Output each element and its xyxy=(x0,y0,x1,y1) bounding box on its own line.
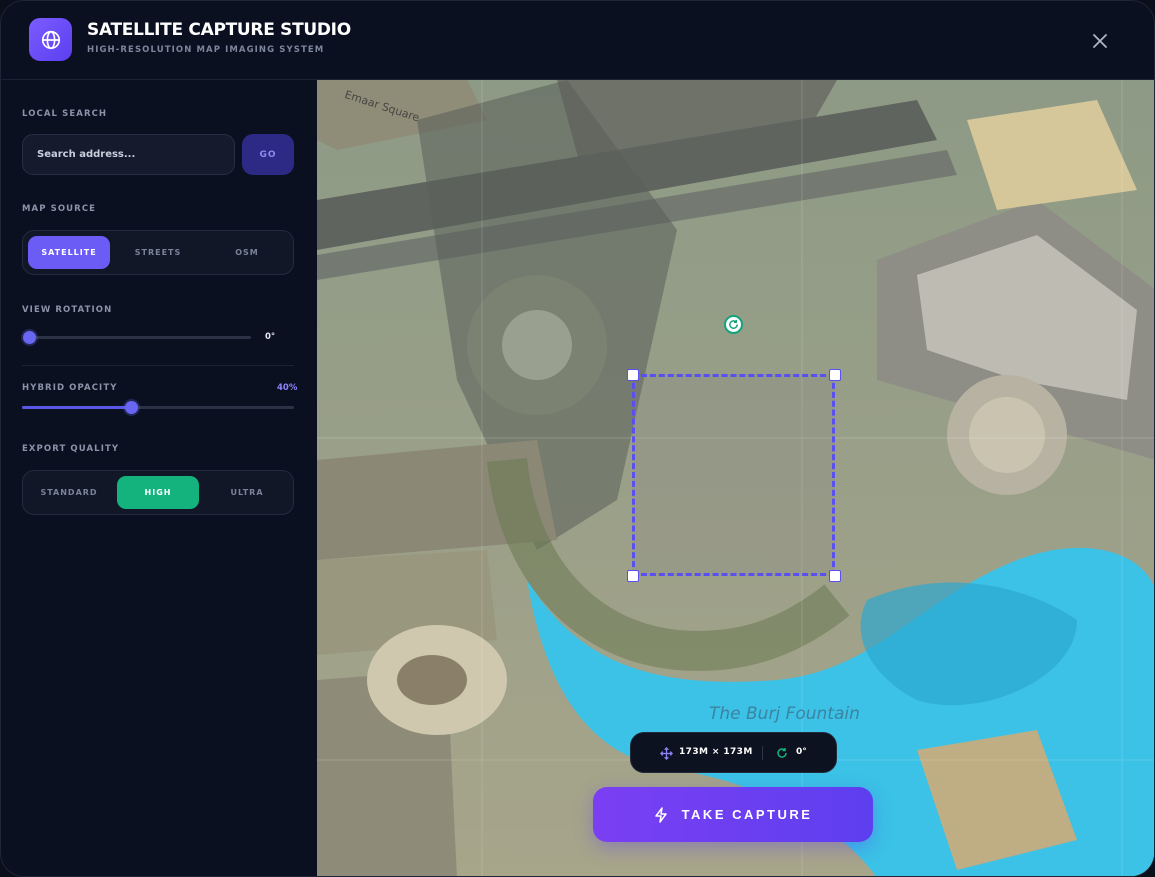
opacity-slider-thumb[interactable] xyxy=(124,401,138,414)
quality-high[interactable]: HIGH xyxy=(117,476,199,509)
sidebar: LOCAL SEARCH GO MAP SOURCE SATELLITE STR… xyxy=(1,80,317,876)
move-icon xyxy=(660,747,673,760)
app-title: SATELLITE CAPTURE STUDIO xyxy=(87,20,351,40)
map-source-osm[interactable]: OSM xyxy=(206,236,288,269)
app-window: SATELLITE CAPTURE STUDIO HIGH-RESOLUTION… xyxy=(0,0,1155,877)
opacity-value: 40% xyxy=(277,383,298,393)
map-source-label: MAP SOURCE xyxy=(22,204,97,214)
selection-handle-top-right[interactable] xyxy=(829,369,841,381)
opacity-slider-fill xyxy=(22,406,131,409)
export-quality-toggle: STANDARD HIGH ULTRA xyxy=(22,470,294,515)
app-logo xyxy=(29,18,72,61)
hybrid-opacity-label: HYBRID OPACITY xyxy=(22,383,118,393)
rotate-icon xyxy=(729,319,738,329)
divider xyxy=(762,746,763,760)
take-capture-button[interactable]: TAKE CAPTURE xyxy=(593,787,873,842)
divider xyxy=(22,365,294,366)
opacity-slider[interactable] xyxy=(22,401,294,414)
export-quality-label: EXPORT QUALITY xyxy=(22,444,120,454)
close-icon xyxy=(1093,34,1107,48)
selection-rotation: 0° xyxy=(796,747,807,757)
selection-rotate-handle[interactable] xyxy=(724,315,743,334)
selection-handle-top-left[interactable] xyxy=(627,369,639,381)
rotation-value: 0° xyxy=(265,332,276,342)
selection-info: 173M × 173M 0° xyxy=(630,732,837,773)
map-source-streets[interactable]: STREETS xyxy=(117,236,199,269)
selection-dimensions: 173M × 173M xyxy=(679,747,753,757)
rotation-slider[interactable] xyxy=(23,331,251,344)
place-label: The Burj Fountain xyxy=(709,704,860,724)
rotate-icon xyxy=(777,748,787,758)
close-button[interactable] xyxy=(1087,28,1113,54)
view-rotation-label: VIEW ROTATION xyxy=(22,305,113,315)
take-capture-label: TAKE CAPTURE xyxy=(681,807,813,822)
quality-ultra[interactable]: ULTRA xyxy=(206,476,288,509)
capture-selection[interactable] xyxy=(632,374,835,576)
selection-handle-bottom-left[interactable] xyxy=(627,570,639,582)
app-subtitle: HIGH-RESOLUTION MAP IMAGING SYSTEM xyxy=(87,45,325,55)
lightning-icon xyxy=(654,806,667,823)
quality-standard[interactable]: STANDARD xyxy=(28,476,110,509)
header: SATELLITE CAPTURE STUDIO HIGH-RESOLUTION… xyxy=(1,1,1154,80)
map-view[interactable]: Emaar Square The Burj Fountain 173M × 17… xyxy=(317,80,1154,876)
map-source-toggle: SATELLITE STREETS OSM xyxy=(22,230,294,275)
selection-handle-bottom-right[interactable] xyxy=(829,570,841,582)
globe-icon xyxy=(41,30,60,49)
local-search-label: LOCAL SEARCH xyxy=(22,109,108,119)
search-input[interactable] xyxy=(22,134,235,175)
go-button[interactable]: GO xyxy=(242,134,294,175)
rotation-slider-thumb[interactable] xyxy=(23,331,36,344)
map-source-satellite[interactable]: SATELLITE xyxy=(28,236,110,269)
